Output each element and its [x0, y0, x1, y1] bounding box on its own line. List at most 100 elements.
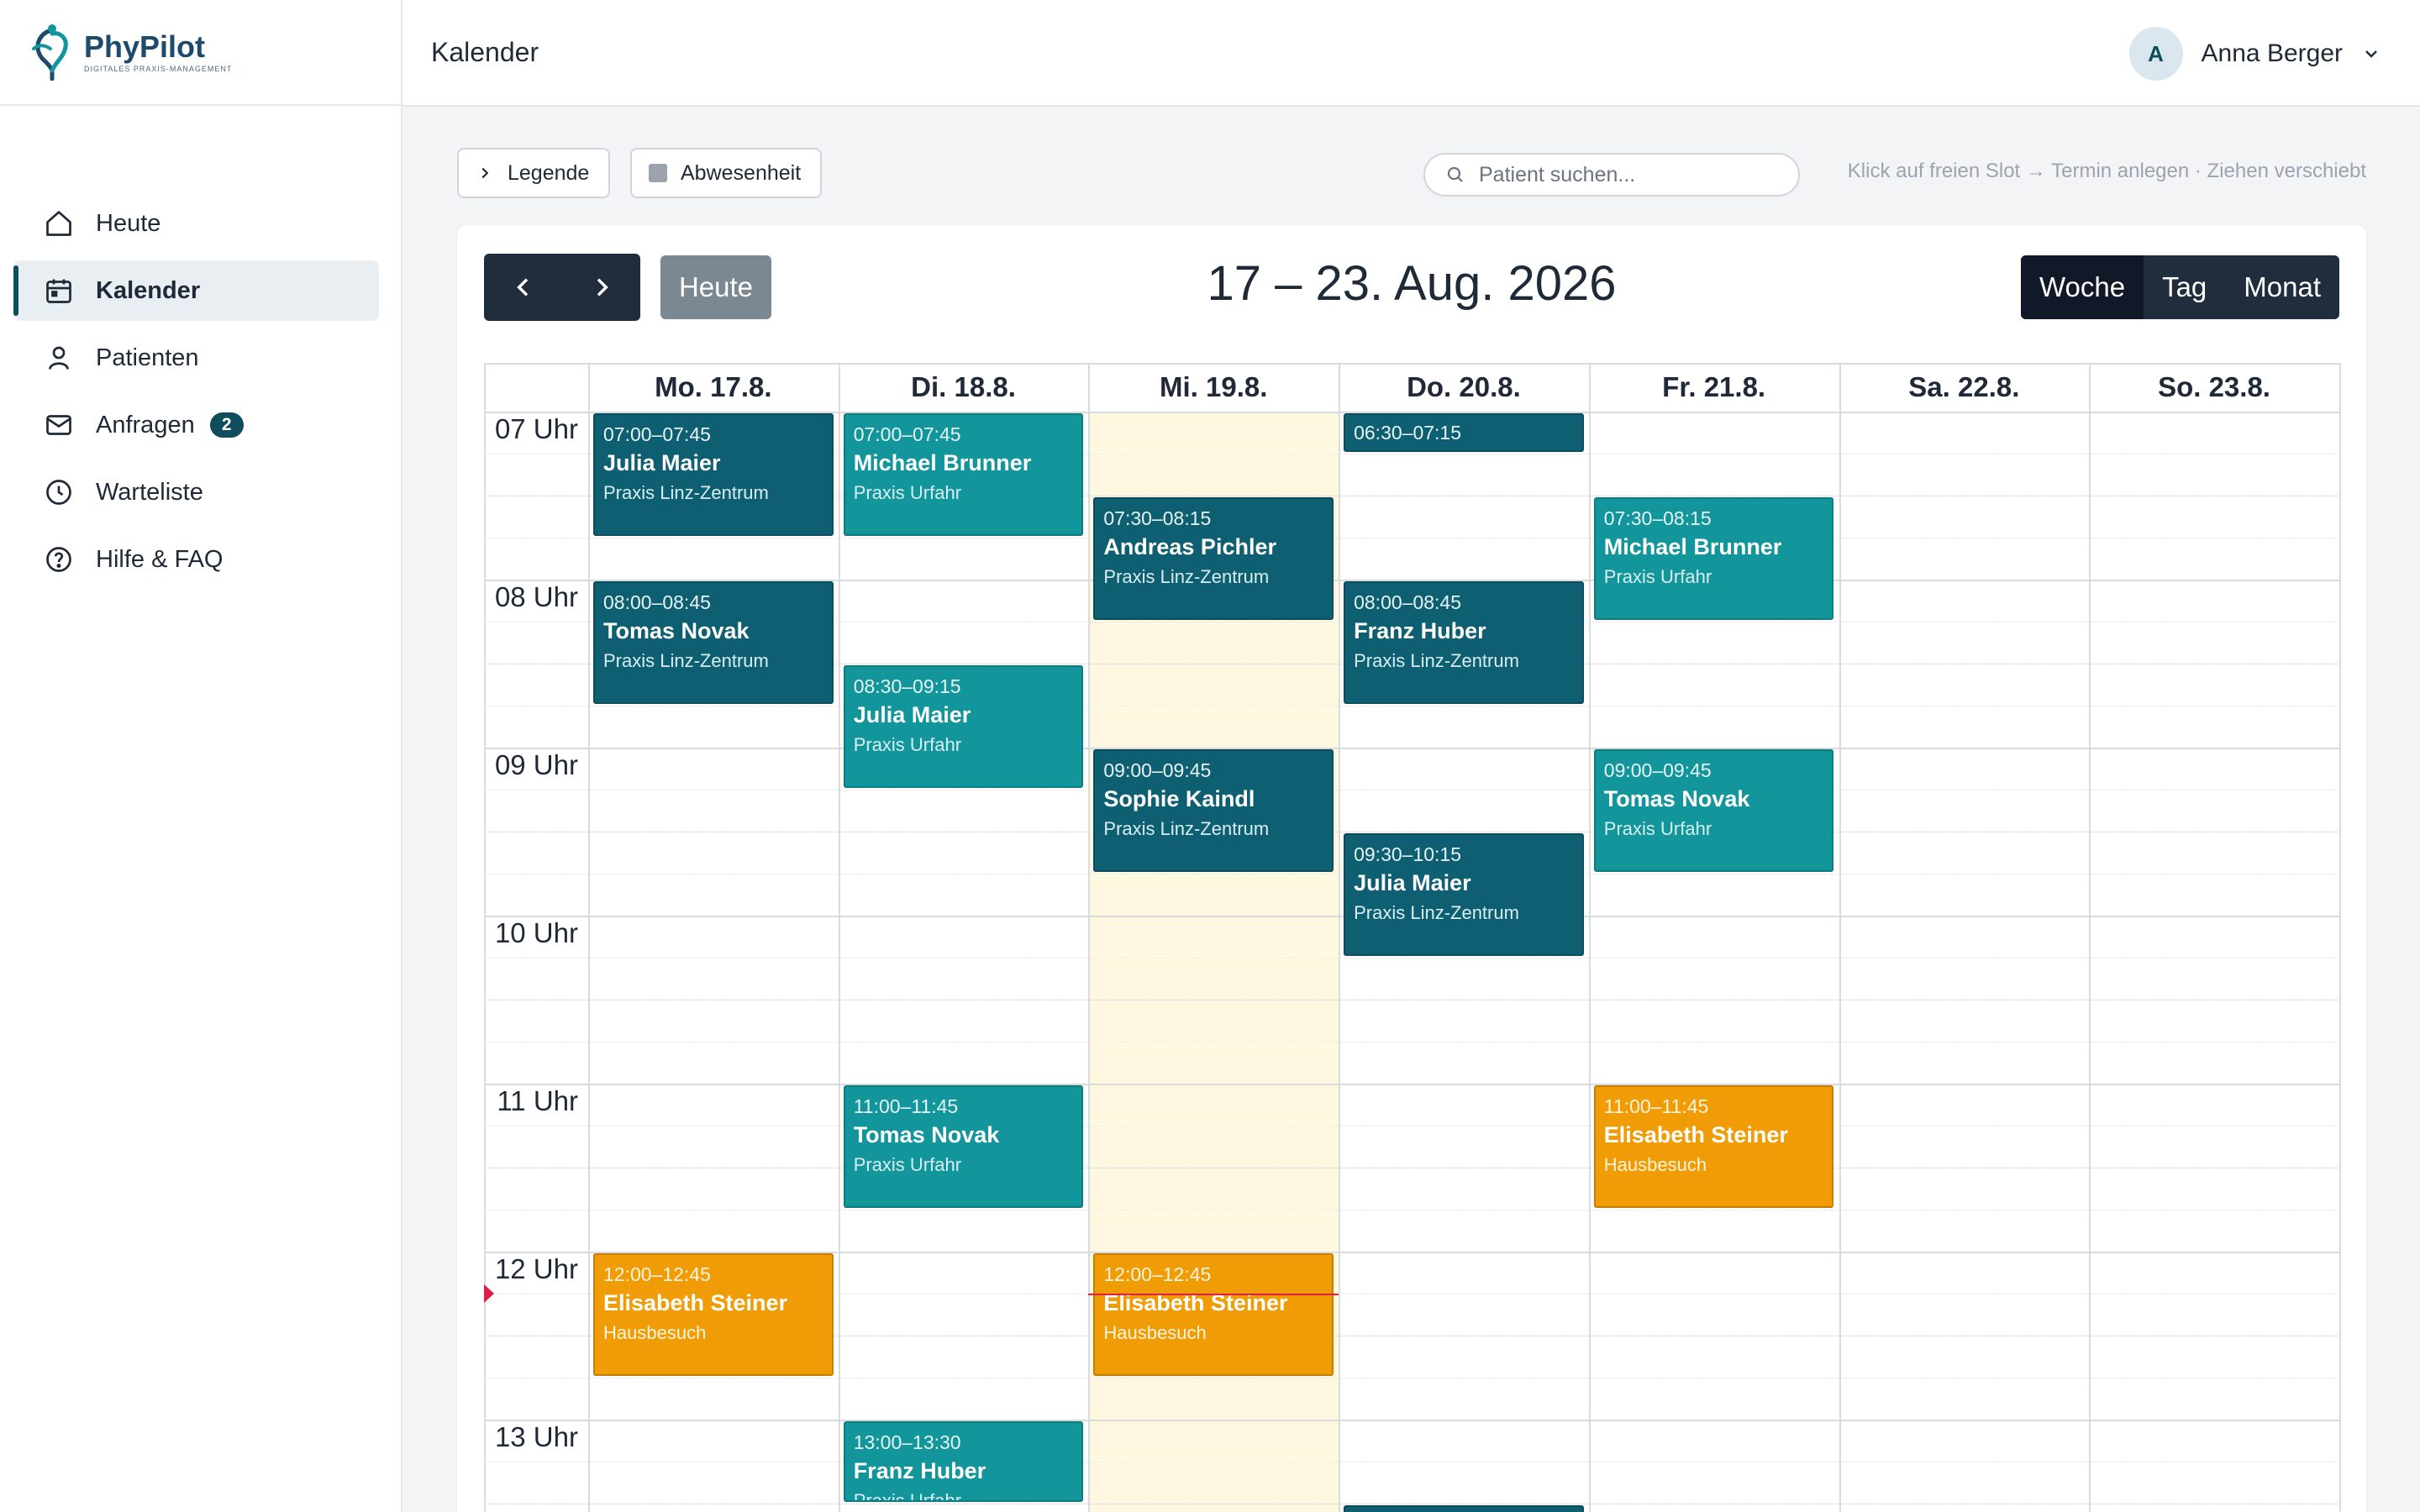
day-header: Fr. 21.8.: [1662, 371, 1766, 402]
topbar: Kalender A Anna Berger: [402, 0, 2420, 107]
day-column-line: [838, 363, 840, 1512]
appointment-event[interactable]: 09:00–09:45 Sophie Kaindl Praxis Linz-Zent…: [1093, 749, 1334, 872]
sidebar-item-heute[interactable]: Heute: [13, 193, 379, 254]
absence-button[interactable]: Abwesenheit: [630, 148, 822, 198]
event-time: 08:00–08:45: [1354, 591, 1461, 613]
day-header: Sa. 22.8.: [1908, 371, 2020, 402]
event-patient-name: Tomas Novak: [853, 1122, 1000, 1147]
search-icon: [1447, 166, 1463, 182]
absence-label: Abwesenheit: [681, 160, 802, 185]
user-menu[interactable]: A Anna Berger: [2128, 27, 2381, 81]
mail-icon: [42, 408, 76, 442]
day-column-line: [1088, 363, 1091, 1512]
hour-label: 10 Uhr: [494, 917, 578, 948]
sidebar-item-warteliste[interactable]: Warteliste: [13, 462, 379, 522]
search-input[interactable]: [1479, 162, 1781, 187]
appointment-event[interactable]: 08:00–08:45 Franz Huber Praxis Linz-Zentru…: [1344, 581, 1584, 704]
event-location: Praxis Linz-Zentrum: [1354, 650, 1519, 671]
appointment-event[interactable]: 08:00–08:45 Tomas Novak Praxis Linz-Zentru…: [593, 581, 834, 704]
hour-line: [484, 1084, 2339, 1085]
event-location: Hausbesuch: [603, 1322, 707, 1343]
event-time: 09:30–10:15: [1354, 843, 1461, 865]
event-location: Praxis Urfahr: [1603, 818, 1712, 839]
event-time: 12:00–12:45: [1103, 1263, 1212, 1285]
event-patient-name: Tomas Novak: [603, 618, 750, 643]
appointment-event[interactable]: 09:00–09:45 Tomas Novak Praxis Urfahr: [1593, 749, 1834, 872]
event-location: Praxis Urfahr: [853, 734, 962, 755]
sidebar: PhyPilot DIGITALES PRAXIS-MANAGEMENT Heu…: [0, 0, 402, 1512]
user-name: Anna Berger: [2201, 39, 2343, 67]
sidebar-item-label: Kalender: [96, 276, 201, 304]
event-time: 09:00–09:45: [1103, 759, 1212, 781]
appointment-event[interactable]: 07:00–07:45 Julia Maier Praxis Linz-Zentru…: [593, 413, 834, 536]
appointment-event[interactable]: 12:00–12:45 Elisabeth Steiner Hausbesuch: [593, 1253, 834, 1376]
user-icon: [42, 341, 76, 375]
event-patient-name: Michael Brunner: [853, 450, 1032, 475]
hour-label: 12 Uhr: [494, 1253, 578, 1284]
sidebar-item-hilfe[interactable]: Hilfe & FAQ: [13, 529, 379, 590]
app-tagline: DIGITALES PRAXIS-MANAGEMENT: [84, 65, 233, 73]
appointment-event[interactable]: 12:00–12:45 Elisabeth Steiner Hausbesuch: [1093, 1253, 1334, 1376]
calendar-icon: [42, 274, 76, 307]
day-column-line: [2338, 363, 2341, 1512]
hour-label: 07 Uhr: [494, 413, 578, 444]
current-time-marker: [484, 1284, 494, 1303]
event-time: 07:00–07:45: [603, 423, 711, 445]
sidebar-nav: Heute Kalender Patienten Anfragen 2 Wart…: [0, 106, 401, 590]
view-day-button[interactable]: Tag: [2144, 255, 2225, 319]
appointment-event[interactable]: 06:30–07:15: [1344, 413, 1584, 452]
appointment-event[interactable]: 11:00–11:45 Tomas Novak Praxis Urfahr: [843, 1085, 1084, 1208]
event-patient-name: Julia Maier: [603, 450, 721, 475]
event-location: Praxis Linz-Zentrum: [603, 650, 769, 671]
event-time: 08:00–08:45: [603, 591, 711, 613]
appointment-event[interactable]: 08:30–09:15 Julia Maier Praxis Urfahr: [843, 665, 1084, 788]
appointment-event[interactable]: 07:30–08:15 Michael Brunner Praxis Urfahr: [1593, 497, 1834, 620]
appointment-event[interactable]: 07:30–08:15 Andreas Pichler Praxis Linz-Ze…: [1093, 497, 1334, 620]
legend-button[interactable]: Legende: [457, 148, 610, 198]
patient-search[interactable]: [1423, 153, 1800, 197]
sidebar-item-label: Heute: [96, 209, 161, 237]
hour-label: 08 Uhr: [494, 581, 578, 612]
event-time: 12:00–12:45: [603, 1263, 711, 1285]
event-patient-name: Andreas Pichler: [1103, 534, 1276, 559]
event-location: Praxis Urfahr: [853, 1490, 962, 1502]
day-header: So. 23.8.: [2158, 371, 2270, 402]
appointment-event[interactable]: 13:00–13:30 Franz Huber Praxis Urfahr: [843, 1421, 1084, 1502]
event-time: 13:00–13:30: [853, 1431, 961, 1453]
week-grid[interactable]: Mo. 17.8. Di. 18.8. Mi. 19.8. Do. 20.8. Fr. …: [484, 363, 2341, 1512]
event-patient-name: Michael Brunner: [1603, 534, 1782, 559]
chevron-down-icon: [2365, 50, 2377, 58]
event-patient-name: Franz Huber: [853, 1458, 986, 1483]
appointment-event[interactable]: [1344, 1505, 1584, 1512]
absence-swatch: [649, 164, 667, 182]
event-time: 07:30–08:15: [1103, 507, 1212, 529]
event-patient-name: Elisabeth Steiner: [603, 1290, 788, 1315]
event-time: 08:30–09:15: [853, 675, 961, 697]
chevron-right-icon: [481, 167, 489, 179]
sidebar-item-anfragen[interactable]: Anfragen 2: [13, 395, 379, 455]
app-logo[interactable]: PhyPilot DIGITALES PRAXIS-MANAGEMENT: [0, 0, 401, 106]
clock-icon: [42, 475, 76, 509]
event-time: 07:00–07:45: [853, 423, 961, 445]
day-column-line: [1339, 363, 1341, 1512]
sidebar-item-label: Anfragen: [96, 411, 195, 438]
legend-label: Legende: [508, 160, 590, 185]
event-time: 06:30–07:15: [1354, 422, 1461, 444]
hour-line: [484, 748, 2339, 749]
hour-line: [484, 1420, 2339, 1421]
home-icon: [42, 207, 76, 240]
event-time: 11:00–11:45: [1603, 1095, 1709, 1117]
event-patient-name: Sophie Kaindl: [1103, 786, 1255, 811]
logo-icon: [32, 24, 68, 81]
event-location: Praxis Linz-Zentrum: [1103, 566, 1270, 587]
appointment-event[interactable]: 09:30–10:15 Julia Maier Praxis Linz-Zentru…: [1344, 833, 1584, 956]
view-month-button[interactable]: Monat: [2225, 255, 2339, 319]
hour-label: 11 Uhr: [497, 1085, 578, 1116]
sidebar-item-kalender[interactable]: Kalender: [13, 260, 379, 321]
event-location: Praxis Linz-Zentrum: [1103, 818, 1270, 839]
appointment-event[interactable]: 07:00–07:45 Michael Brunner Praxis Urfahr: [843, 413, 1084, 536]
view-week-button[interactable]: Woche: [2020, 255, 2144, 319]
calendar-card: Heute 17 – 23. Aug. 2026 Woche Tag Monat…: [457, 225, 2366, 1512]
sidebar-item-patienten[interactable]: Patienten: [13, 328, 379, 388]
appointment-event[interactable]: 11:00–11:45 Elisabeth Steiner Hausbesuch: [1593, 1085, 1834, 1208]
